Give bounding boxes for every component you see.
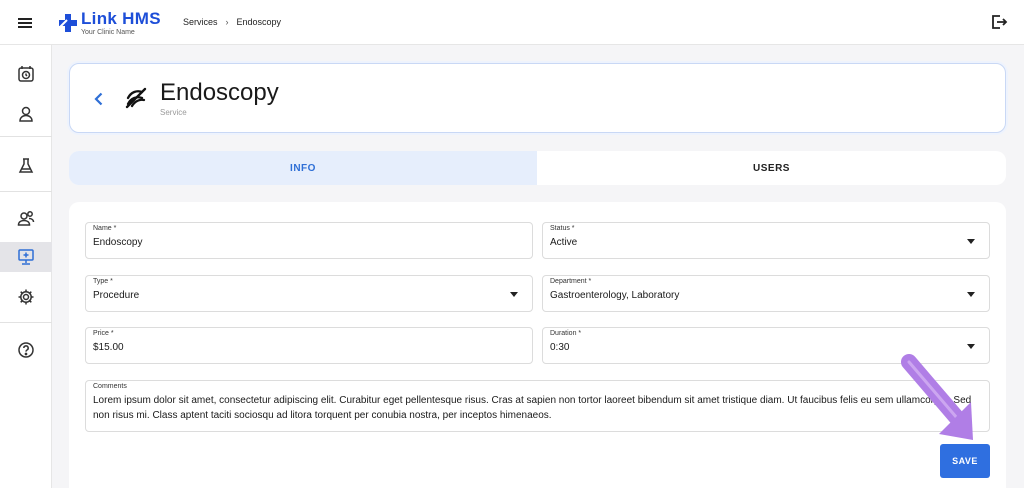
users-group-icon — [17, 211, 35, 226]
tab-users[interactable]: USERS — [537, 151, 1006, 185]
sidebar-item-help[interactable] — [0, 335, 52, 365]
back-chevron-icon[interactable] — [90, 90, 108, 108]
endoscopy-service-icon — [124, 86, 148, 110]
logout-icon[interactable] — [990, 13, 1008, 31]
logo-subtitle: Your Clinic Name — [81, 29, 135, 36]
person-icon — [19, 106, 33, 122]
dropdown-caret-icon[interactable] — [967, 292, 975, 297]
name-field[interactable]: Name * Endoscopy — [85, 222, 533, 259]
type-select[interactable]: Type * Procedure — [85, 275, 533, 312]
name-label: Name * — [93, 225, 117, 232]
status-label: Status * — [550, 225, 575, 232]
dropdown-caret-icon[interactable] — [510, 292, 518, 297]
duration-value[interactable]: 0:30 — [550, 342, 569, 353]
monitor-service-icon — [18, 249, 34, 265]
sidebar-item-laboratory[interactable] — [0, 151, 52, 181]
price-value[interactable]: $15.00 — [93, 342, 124, 353]
type-label: Type * — [93, 278, 113, 285]
menu-icon[interactable] — [14, 12, 38, 34]
gear-icon — [18, 289, 34, 305]
duration-select[interactable]: Duration * 0:30 — [542, 327, 990, 364]
department-label: Department * — [550, 278, 592, 285]
service-header: Endoscopy Service — [69, 63, 1006, 133]
logo-name: Link HMS — [81, 9, 161, 28]
comments-value[interactable]: Lorem ipsum dolor sit amet, consectetur … — [93, 394, 979, 423]
status-value[interactable]: Active — [550, 237, 577, 248]
tab-info[interactable]: INFO — [69, 151, 537, 185]
sidebar-item-services[interactable] — [0, 242, 52, 272]
sidebar-item-settings[interactable] — [0, 282, 52, 312]
breadcrumb-services[interactable]: Services — [183, 17, 218, 27]
dropdown-caret-icon[interactable] — [967, 239, 975, 244]
comments-textarea[interactable]: Comments Lorem ipsum dolor sit amet, con… — [85, 380, 990, 432]
page-subtitle: Service — [160, 108, 187, 117]
price-label: Price * — [93, 330, 114, 337]
logo[interactable]: Link HMS Your Clinic Name — [58, 10, 161, 36]
flask-icon — [18, 158, 34, 173]
sidebar — [0, 45, 52, 488]
page-title: Endoscopy — [160, 79, 279, 106]
tab-bar: INFO USERS — [69, 151, 1006, 185]
top-bar: Link HMS Your Clinic Name Services › End… — [0, 0, 1024, 45]
department-select[interactable]: Department * Gastroenterology, Laborator… — [542, 275, 990, 312]
breadcrumb-separator: › — [225, 17, 229, 27]
breadcrumb: Services › Endoscopy — [183, 17, 281, 27]
save-button[interactable]: SAVE — [940, 444, 990, 478]
duration-label: Duration * — [550, 330, 582, 337]
price-field[interactable]: Price * $15.00 — [85, 327, 533, 364]
dropdown-caret-icon[interactable] — [967, 344, 975, 349]
sidebar-item-appointments[interactable] — [0, 59, 52, 89]
calendar-clock-icon — [18, 66, 34, 82]
department-value[interactable]: Gastroenterology, Laboratory — [550, 290, 679, 301]
help-icon — [18, 342, 34, 358]
name-value[interactable]: Endoscopy — [93, 237, 142, 248]
breadcrumb-current: Endoscopy — [236, 17, 282, 27]
sidebar-item-patients[interactable] — [0, 99, 52, 129]
status-select[interactable]: Status * Active — [542, 222, 990, 259]
medical-cross-icon — [58, 13, 78, 33]
type-value[interactable]: Procedure — [93, 290, 139, 301]
comments-label: Comments — [93, 383, 127, 390]
sidebar-item-staff[interactable] — [0, 203, 52, 233]
